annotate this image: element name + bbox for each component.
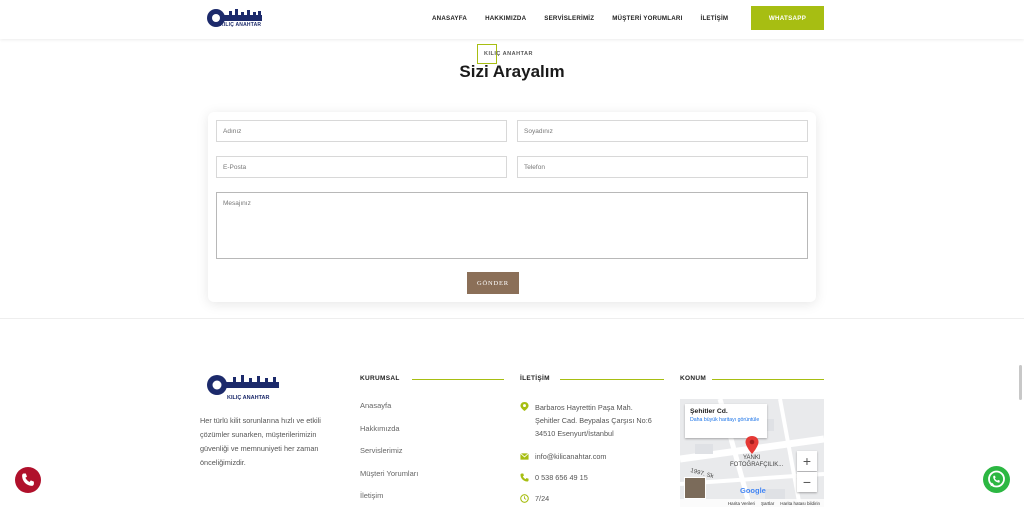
email-icon [520,453,529,460]
logo-text: KILIÇ ANAHTAR [220,22,262,28]
footer-link-about[interactable]: Hakkımızda [360,424,418,447]
contact-form: Adınız Soyadınız E-Posta Telefon Mesajın… [208,112,816,302]
site-logo[interactable] [205,6,265,32]
location-heading-line [712,379,824,380]
section-subtitle: KILIÇ ANAHTAR [484,51,533,57]
map-place-name: Şehitler Cd. [690,408,728,415]
footer-address: Barbaros Hayrettin Paşa Mah. Şehitler Ca… [535,403,652,438]
site-header: KILIÇ ANAHTAR ANASAYFA HAKKIMIZDA SERVİS… [0,0,1024,39]
footer-link-home[interactable]: Anasayfa [360,401,418,424]
map-zoom-out-button[interactable]: − [797,472,817,492]
map-label-fotografcilik: FOTOĞRAFÇILIK... [730,462,784,468]
phone-icon [520,473,529,482]
phone-icon [22,473,34,486]
message-textarea[interactable]: Mesajınız [216,192,808,259]
footer-link-contact[interactable]: İletişim [360,491,418,507]
email-input[interactable]: E-Posta [216,156,507,178]
phone-input[interactable]: Telefon [517,156,808,178]
map-zoom-in-button[interactable]: + [797,451,817,471]
footer-about: Her türlü kilit sorunlarına hızlı ve etk… [200,416,321,467]
section-divider [0,318,1024,319]
map-terms-link[interactable]: Şartlar [761,501,774,506]
nav-about[interactable]: HAKKIMIZDA [485,15,526,22]
main-nav: ANASAYFA HAKKIMIZDA SERVİSLERİMİZ MÜŞTER… [432,15,746,22]
nav-reviews[interactable]: MÜŞTERİ YORUMLARI [612,15,682,22]
map-marker-icon[interactable] [745,436,759,454]
location-map[interactable]: Şehitler Cd. Daha büyük haritayı görüntü… [680,399,824,507]
nav-services[interactable]: SERVİSLERİMİZ [544,15,594,22]
map-larger-link[interactable]: Daha büyük haritayı görüntüle [690,417,762,424]
footer-link-reviews[interactable]: Müşteri Yorumları [360,469,418,492]
section-title: Sizi Arayalım [459,62,565,81]
corporate-heading-line [412,379,504,380]
nav-home[interactable]: ANASAYFA [432,15,467,22]
map-info-card: Şehitler Cd. Daha büyük haritayı görüntü… [685,404,767,438]
footer-email[interactable]: info@kilicanahtar.com [535,450,607,463]
contact-heading: İLETİŞİM [520,375,550,382]
page-scrollbar[interactable] [1019,365,1022,400]
footer-phone[interactable]: 0 538 656 49 15 [535,471,588,484]
nav-contact[interactable]: İLETİŞİM [701,15,729,22]
whatsapp-button[interactable]: WHATSAPP [751,6,824,30]
location-heading: KONUM [680,375,707,382]
map-label-yanki: YANKI [743,455,761,461]
page: KILIÇ ANAHTAR ANASAYFA HAKKIMIZDA SERVİS… [0,0,1024,507]
clock-icon [520,494,529,503]
street-view-thumbnail[interactable] [684,477,706,499]
location-pin-icon [520,402,529,411]
footer-hours: 7/24 [535,494,550,503]
map-data-link[interactable]: Harita Verileri [728,501,755,506]
footer-logo[interactable]: KILIÇ ANAHTAR [205,372,281,402]
footer-logo-text: KILIÇ ANAHTAR [227,395,269,401]
map-report-link[interactable]: Harita hatası bildirin [780,501,820,506]
contact-heading-line [560,379,664,380]
submit-button[interactable]: GÖNDER [467,272,519,294]
whatsapp-icon [988,470,1005,488]
last-name-input[interactable]: Soyadınız [517,120,808,142]
corporate-heading: KURUMSAL [360,375,400,382]
corporate-links: Anasayfa Hakkımızda Servislerimiz Müşter… [360,401,418,507]
google-logo: Google [740,486,766,495]
map-footer: Harita Verileri Şartlar Harita hatası bi… [680,499,824,507]
floating-whatsapp-button[interactable] [983,466,1010,493]
footer-link-services[interactable]: Servislerimiz [360,446,418,469]
floating-call-button[interactable] [15,467,41,493]
first-name-input[interactable]: Adınız [216,120,507,142]
